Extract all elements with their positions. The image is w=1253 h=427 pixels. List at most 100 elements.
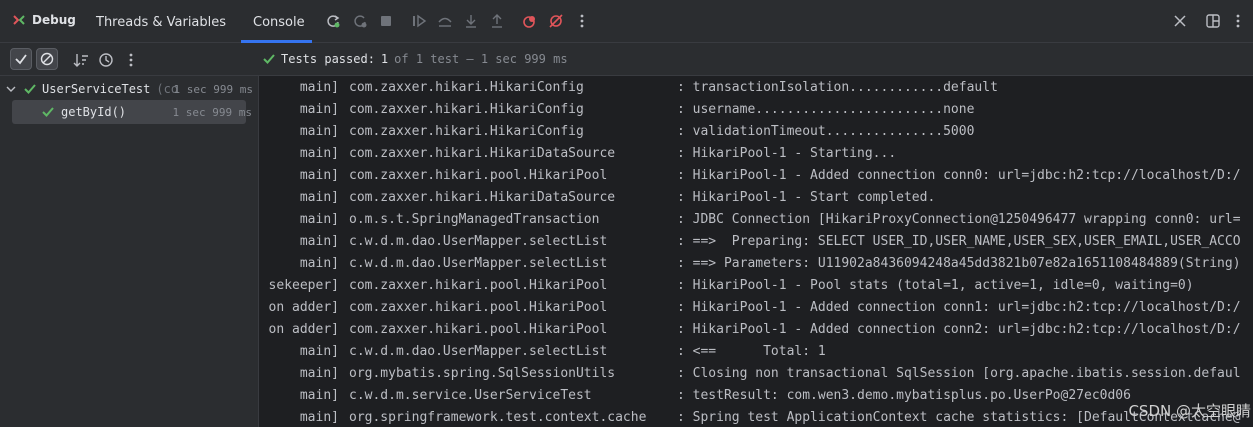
console-logger: c.w.d.m.dao.UserMapper.selectList — [349, 344, 608, 359]
console-message: : testResult: com.wen3.demo.mybatisplus.… — [677, 388, 1131, 403]
status-count: 1 — [380, 52, 389, 66]
console-thread: main] — [299, 256, 339, 271]
window-options-button[interactable] — [1229, 12, 1247, 30]
rerun-failed-icon — [354, 15, 367, 28]
layout-button[interactable] — [1204, 12, 1222, 30]
console-message: : HikariPool-1 - Added connection conn1:… — [677, 300, 1241, 315]
resume-button[interactable] — [410, 12, 428, 30]
console-message: : HikariPool-1 - Added connection conn0:… — [677, 168, 1241, 183]
stop-icon — [381, 16, 391, 26]
console-thread: main] — [299, 146, 339, 161]
console-line: main] org.mybatis.spring.SqlSessionUtils:… — [260, 363, 1253, 385]
rerun-failed-button[interactable] — [351, 12, 369, 30]
tree-item-getbyid[interactable]: getById() 1 sec 999 ms — [12, 100, 252, 124]
close-icon — [1174, 15, 1186, 27]
tree-item-label: UserServiceTest — [42, 82, 151, 96]
console-message: : validationTimeout...............5000 — [677, 124, 975, 139]
console-line: on adder] com.zaxxer.hikari.pool.HikariPo… — [260, 297, 1253, 319]
console-thread: main] — [299, 344, 339, 359]
console-thread: main] — [299, 80, 339, 95]
console-thread: main] — [299, 366, 339, 381]
debug-icon — [13, 15, 25, 25]
console-logger: com.zaxxer.hikari.pool.HikariPool — [349, 168, 608, 183]
rerun-icon — [327, 15, 340, 28]
sort-alphabetically-button[interactable] — [72, 51, 90, 69]
console-message: : transactionIsolation............defaul… — [677, 80, 998, 95]
console-logger: com.zaxxer.hikari.pool.HikariPool — [349, 300, 608, 315]
console-message: : HikariPool-1 - Starting... — [677, 146, 897, 161]
console-thread: main] — [299, 190, 339, 205]
console-thread: sekeeper] — [268, 278, 339, 293]
tree-item-time: 1 sec 999 ms — [173, 82, 253, 96]
stop-button[interactable] — [377, 12, 395, 30]
passed-check-icon — [42, 107, 54, 117]
console-output[interactable]: main] com.zaxxer.hikari.HikariConfig : tra… — [260, 76, 1253, 427]
console-line: main] com.zaxxer.hikari.HikariDataSource:… — [260, 143, 1253, 165]
console-thread: main] — [299, 234, 339, 249]
tab-console[interactable]: Console — [253, 15, 305, 30]
console-logger: com.zaxxer.hikari.HikariDataSource — [349, 190, 616, 205]
passed-check-icon — [24, 84, 36, 94]
console-thread: main] — [299, 388, 339, 403]
tree-item-userservicetest[interactable]: UserServiceTest (co 1 sec 999 ms — [0, 77, 259, 101]
tree-item-label: getById() — [61, 105, 127, 119]
tool-window-header: Debug Threads & Variables Console — [0, 0, 1253, 43]
show-ignored-toggle[interactable] — [36, 48, 58, 70]
test-tree: UserServiceTest (co 1 sec 999 ms getById… — [0, 76, 259, 427]
console-line: main] com.zaxxer.hikari.HikariDataSource:… — [260, 187, 1253, 209]
show-passed-toggle[interactable] — [10, 48, 32, 70]
console-logger: org.springframework.test.context.cache — [349, 410, 647, 425]
close-button[interactable] — [1171, 12, 1189, 30]
console-message: : HikariPool-1 - Start completed. — [677, 190, 936, 205]
console-line: main] org.springframework.test.context.ca… — [260, 407, 1253, 427]
console-logger: c.w.d.m.dao.UserMapper.selectList — [349, 256, 608, 271]
more-vertical-icon — [129, 53, 133, 67]
console-logger: com.zaxxer.hikari.HikariConfig — [349, 124, 584, 139]
status-detail: of 1 test – 1 sec 999 ms — [394, 52, 568, 66]
debug-tool-title[interactable]: Debug — [12, 13, 76, 27]
sort-icon — [73, 54, 88, 67]
console-logger: com.zaxxer.hikari.pool.HikariPool — [349, 278, 608, 293]
tab-threads-variables[interactable]: Threads & Variables — [96, 15, 226, 30]
step-over-button[interactable] — [436, 12, 454, 30]
step-out-button[interactable] — [488, 12, 506, 30]
more-vertical-icon — [1236, 14, 1240, 28]
console-line: main] c.w.d.m.dao.UserMapper.selectList: … — [260, 253, 1253, 275]
status-label: Tests passed: — [281, 52, 375, 66]
console-logger: com.zaxxer.hikari.HikariConfig — [349, 102, 584, 117]
console-line: main] c.w.d.m.service.UserServiceTest : te… — [260, 385, 1253, 407]
console-thread: main] — [299, 410, 339, 425]
console-message: : <== Total: 1 — [677, 344, 826, 359]
mute-breakpoints-icon — [549, 14, 563, 28]
mute-breakpoints-button[interactable] — [547, 12, 565, 30]
console-logger: com.zaxxer.hikari.HikariConfig — [349, 80, 584, 95]
console-line: main] com.zaxxer.hikari.pool.HikariPool: … — [260, 165, 1253, 187]
console-thread: main] — [299, 124, 339, 139]
console-message: : Closing non transactional SqlSession [… — [677, 366, 1241, 381]
console-message: : JDBC Connection [HikariProxyConnection… — [677, 212, 1241, 227]
more-options-button[interactable] — [573, 12, 591, 30]
ignored-icon — [40, 52, 54, 66]
console-logger: com.zaxxer.hikari.HikariDataSource — [349, 146, 616, 161]
console-logger: c.w.d.m.service.UserServiceTest — [349, 388, 592, 403]
console-message: : username........................none — [677, 102, 975, 117]
console-logger: org.mybatis.spring.SqlSessionUtils — [349, 366, 616, 381]
watermark: CSDN @太空眼睛 — [1128, 402, 1251, 420]
console-thread: on adder] — [268, 300, 339, 315]
breakpoints-icon — [523, 16, 535, 28]
more-vertical-icon — [580, 14, 584, 28]
test-options-button[interactable] — [122, 51, 140, 69]
rerun-button[interactable] — [324, 12, 342, 30]
console-line: main] c.w.d.m.dao.UserMapper.selectList: … — [260, 231, 1253, 253]
console-line: main] c.w.d.m.dao.UserMapper.selectList : … — [260, 341, 1253, 363]
view-breakpoints-button[interactable] — [521, 12, 539, 30]
layout-icon — [1206, 14, 1220, 28]
console-thread: main] — [299, 102, 339, 117]
step-out-icon — [492, 14, 502, 28]
sort-by-duration-button[interactable] — [97, 51, 115, 69]
step-into-button[interactable] — [462, 12, 480, 30]
test-toolbar: Tests passed: 1 of 1 test – 1 sec 999 ms — [0, 43, 1253, 76]
console-thread: on adder] — [268, 322, 339, 337]
console-logger: o.m.s.t.SpringManagedTransaction — [349, 212, 600, 227]
console-logger: c.w.d.m.dao.UserMapper.selectList — [349, 234, 608, 249]
